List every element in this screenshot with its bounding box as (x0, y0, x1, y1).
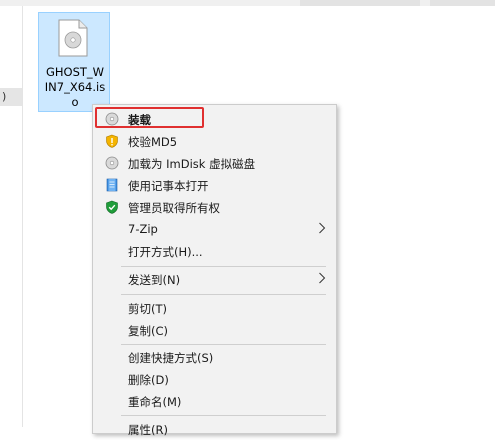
chevron-right-icon (319, 272, 326, 284)
menu-item-rename[interactable]: 重命名(M) (93, 390, 336, 412)
nav-row-text-fragment: ) (2, 90, 7, 103)
notepad-icon (106, 178, 118, 192)
context-menu: 装载 校验MD5 加载为 ImDisk 虚拟磁盘 使用记事本打开 管理员取得所有… (92, 104, 337, 437)
menu-item-copy[interactable]: 复制(C) (93, 319, 336, 341)
menu-item-label: 发送到(N) (128, 273, 181, 287)
menu-item-label: 创建快捷方式(S) (128, 351, 214, 365)
iso-file-item[interactable]: GHOST_W IN7_X64.is o (38, 12, 110, 112)
menu-item-label: 使用记事本打开 (128, 179, 209, 193)
menu-item-properties[interactable]: 属性(R) (93, 418, 336, 440)
navigation-pane[interactable] (0, 6, 23, 427)
menu-item-7zip[interactable]: 7-Zip (93, 218, 336, 240)
menu-item-label: 校验MD5 (128, 135, 178, 149)
green-check-shield-icon (106, 200, 118, 214)
menu-separator (121, 344, 326, 345)
menu-item-take-ownership[interactable]: 管理员取得所有权 (93, 196, 336, 218)
menu-item-label: 剪切(T) (128, 302, 167, 316)
file-name-line: GHOST_W (45, 65, 105, 79)
menu-item-label: 属性(R) (128, 423, 168, 437)
menu-item-label: 管理员取得所有权 (128, 201, 220, 215)
menu-item-label: 删除(D) (128, 373, 169, 387)
menu-item-create-shortcut[interactable]: 创建快捷方式(S) (93, 346, 336, 368)
menu-item-open-with[interactable]: 打开方式(H)... (93, 240, 336, 262)
menu-item-verify-md5[interactable]: 校验MD5 (93, 130, 336, 152)
top-strip-segment (430, 0, 495, 6)
annotation-highlight-box (95, 107, 204, 128)
file-name-line: IN7_X64.is (44, 80, 106, 94)
menu-separator (121, 415, 326, 416)
menu-item-open-notepad[interactable]: 使用记事本打开 (93, 174, 336, 196)
chevron-right-icon (319, 222, 326, 234)
menu-item-label: 加载为 ImDisk 虚拟磁盘 (128, 157, 256, 171)
menu-separator (121, 266, 326, 267)
warning-shield-icon (106, 134, 118, 148)
window-top-strip (0, 0, 495, 6)
top-strip-segment (300, 0, 420, 6)
menu-item-cut[interactable]: 剪切(T) (93, 297, 336, 319)
disc-icon (105, 156, 119, 170)
menu-item-label: 重命名(M) (128, 395, 182, 409)
menu-item-imdisk[interactable]: 加载为 ImDisk 虚拟磁盘 (93, 152, 336, 174)
menu-item-label: 复制(C) (128, 324, 169, 338)
menu-item-send-to[interactable]: 发送到(N) (93, 268, 336, 290)
menu-item-label: 打开方式(H)... (128, 245, 203, 259)
menu-item-delete[interactable]: 删除(D) (93, 368, 336, 390)
iso-file-icon (58, 19, 88, 57)
menu-item-label: 7-Zip (128, 222, 158, 236)
menu-separator (121, 294, 326, 295)
